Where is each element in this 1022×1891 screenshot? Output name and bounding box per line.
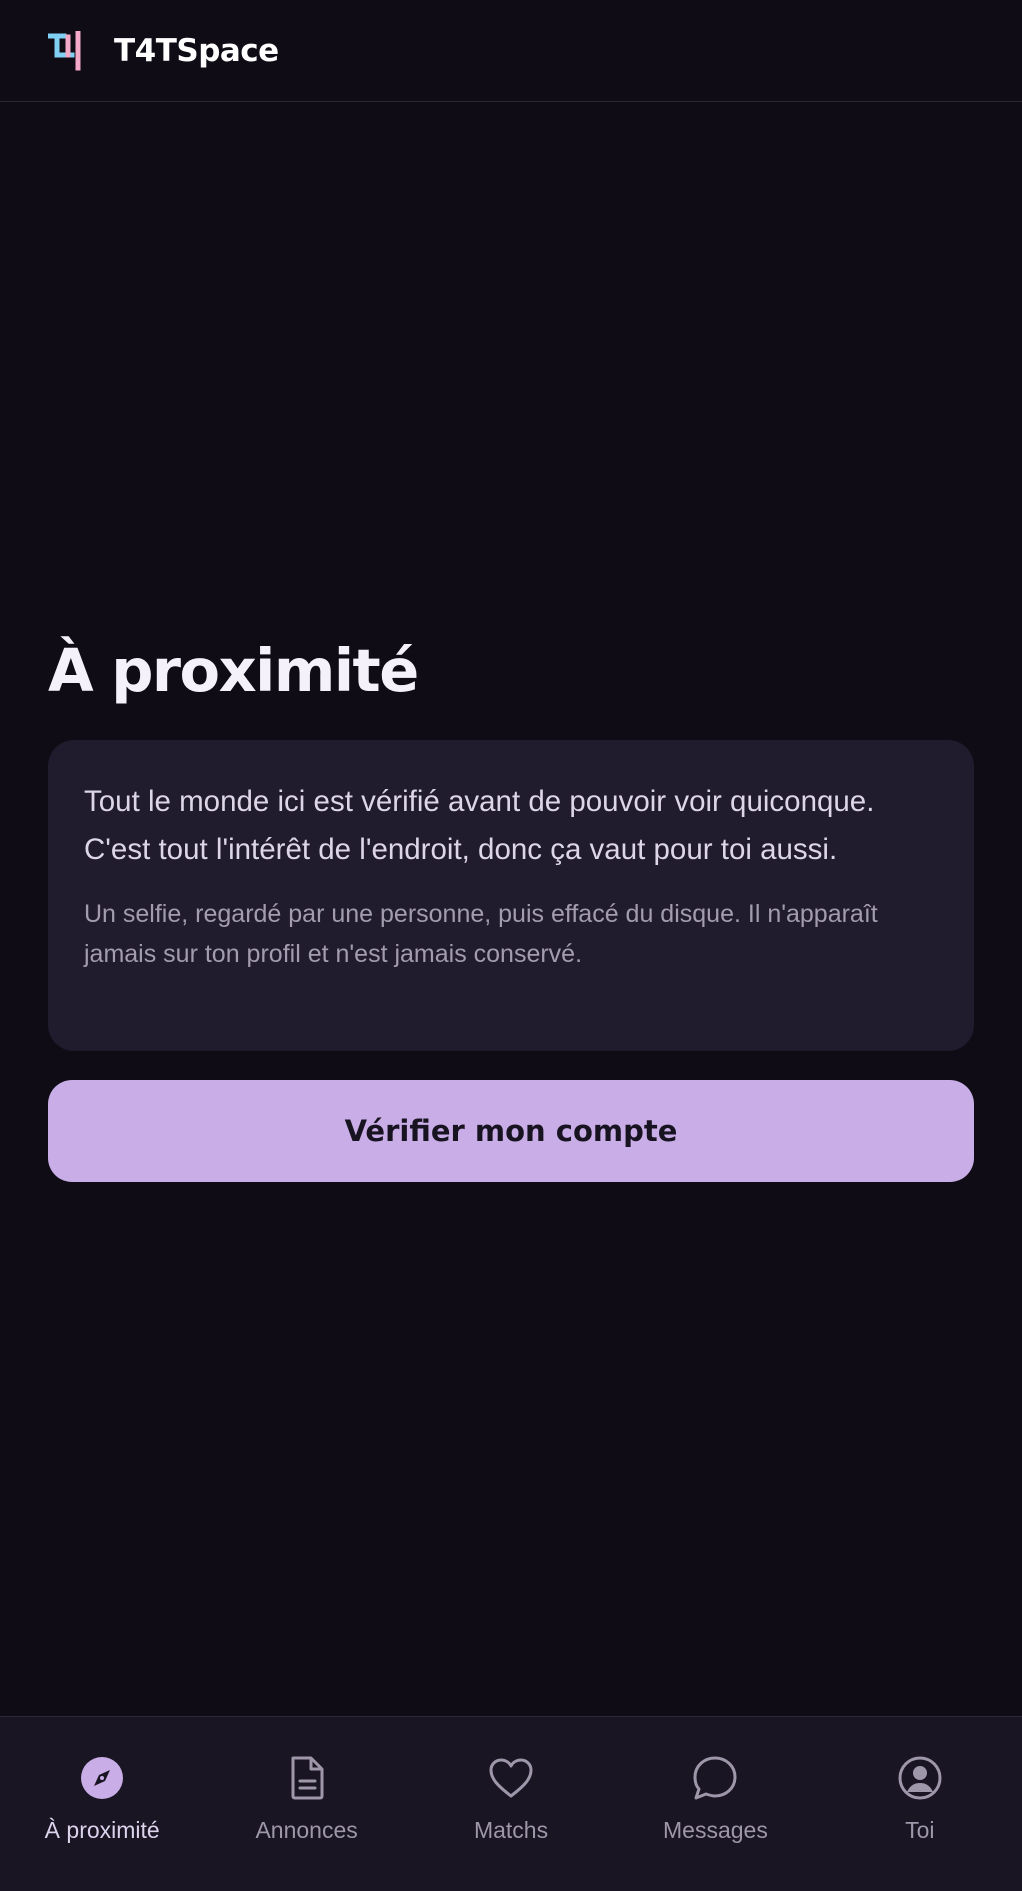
logo-icon — [48, 30, 81, 70]
verify-account-button[interactable]: Vérifier mon compte — [48, 1080, 974, 1182]
nav-label-matches: Matchs — [473, 1817, 549, 1843]
chat-bubble-icon — [692, 1755, 738, 1801]
compass-icon — [79, 1755, 125, 1801]
nav-label-messages: Messages — [663, 1817, 768, 1843]
brand-name: T4TSpace — [114, 32, 279, 69]
card-lead-text: Tout le monde ici est vérifié avant de p… — [84, 785, 875, 866]
card-sub-text: Un selfie, regardé par une personne, pui… — [84, 900, 878, 968]
document-icon — [284, 1755, 330, 1801]
nav-item-matches[interactable]: Matchs — [409, 1717, 613, 1891]
nav-label-listings: Annonces — [255, 1817, 358, 1843]
nav-item-profile[interactable]: Toi — [818, 1717, 1022, 1891]
top-bar: T4TSpace — [0, 0, 1022, 102]
nav-item-messages[interactable]: Messages — [613, 1717, 817, 1891]
nav-item-listings[interactable]: Annonces — [204, 1717, 408, 1891]
verification-info-card: Tout le monde ici est vérifié avant de p… — [48, 740, 974, 1051]
bottom-nav: À proximité Annonces Matchs Messages Toi — [0, 1716, 1022, 1891]
page-title: À proximité — [48, 636, 419, 705]
nav-item-nearby[interactable]: À proximité — [0, 1717, 204, 1891]
nav-label-profile: Toi — [905, 1817, 935, 1843]
heart-icon — [488, 1755, 534, 1801]
app-root: T4TSpace À proximité Tout le monde ici e… — [0, 0, 1022, 1891]
nav-label-nearby: À proximité — [44, 1817, 160, 1843]
user-circle-icon — [897, 1755, 943, 1801]
